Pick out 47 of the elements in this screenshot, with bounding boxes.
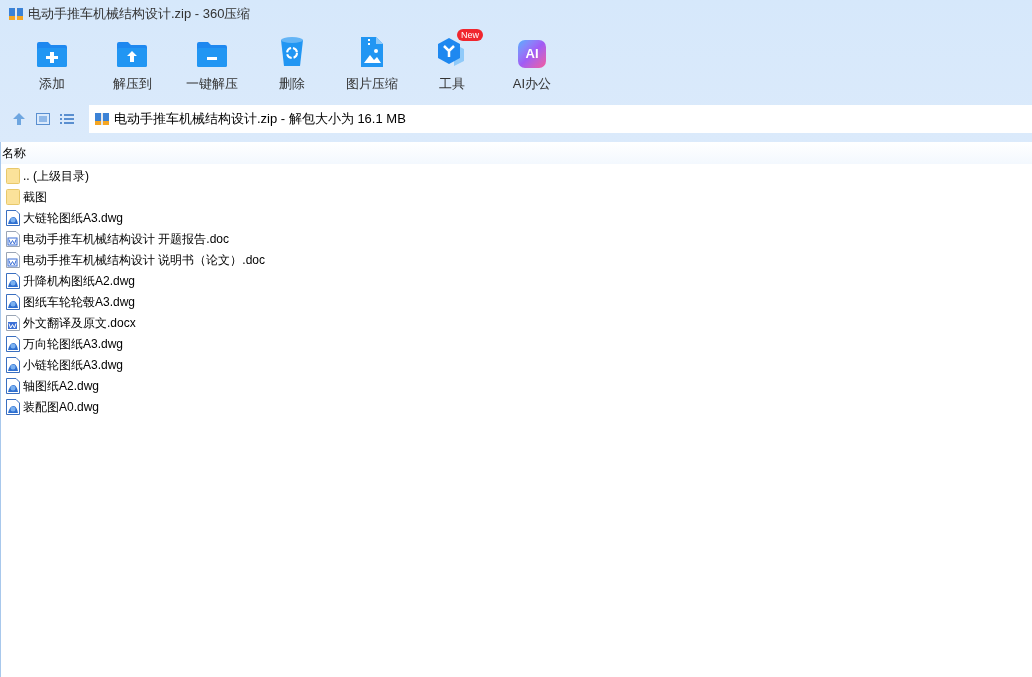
image-file-icon [359,36,385,68]
file-name[interactable]: 升降机构图纸A2.dwg [23,271,136,290]
column-header[interactable]: 名称 [1,144,181,162]
folder-icon [6,167,20,184]
toolbar-button[interactable]: 解压到 [92,28,172,100]
drawing-file-icon [6,293,20,310]
folder-upload-icon [116,40,148,68]
folder-icon [6,188,20,205]
address-field[interactable]: 电动手推车机械结构设计.zip - 解包大小为 16.1 MB [89,105,1032,133]
drawing-file-icon [6,335,20,352]
drawing-file-icon [6,398,20,415]
word-file-icon [6,251,20,268]
file-name[interactable]: 大链轮图纸A3.dwg [23,208,124,227]
file-name[interactable]: 万向轮图纸A3.dwg [23,334,124,353]
archive-icon [94,111,110,127]
file-name[interactable]: 外文翻译及原文.docx [23,313,136,332]
toolbar-button[interactable]: AI AI办公 [492,28,572,100]
window-title: 电动手推车机械结构设计.zip - 360压缩 [28,5,251,24]
folder-minus-icon [196,40,228,68]
new-badge: New [457,29,483,41]
toolbar-button[interactable]: 图片压缩 [332,28,412,100]
toolbar-button[interactable]: 一键解压 [172,28,252,100]
thumbnail-view-icon[interactable] [36,113,50,125]
ai-app-icon: AI [518,40,546,68]
file-name[interactable]: 装配图A0.dwg [23,397,100,416]
file-name[interactable]: 轴图纸A2.dwg [23,376,100,395]
up-arrow-icon[interactable] [12,112,26,126]
drawing-file-icon [6,209,20,226]
word-file-icon [6,314,20,331]
file-name[interactable]: 图纸车轮轮毂A3.dwg [23,292,136,311]
recycle-bin-icon [279,36,305,68]
file-name[interactable]: 电动手推车机械结构设计 说明书（论文）.doc [23,250,265,269]
word-file-icon [6,230,20,247]
drawing-file-icon [6,272,20,289]
archive-icon [8,6,24,22]
archive-path: 电动手推车机械结构设计.zip - 解包大小为 16.1 MB [114,110,406,129]
toolbar-button[interactable]: 删除 [252,28,332,100]
drawing-file-icon [6,356,20,373]
folder-add-icon [36,40,68,68]
toolbar-button[interactable]: New 工具 [412,28,492,100]
file-name[interactable]: .. (上级目录) [23,166,89,185]
list-view-icon[interactable] [60,113,74,125]
file-name[interactable]: 电动手推车机械结构设计 开题报告.doc [23,229,229,248]
drawing-file-icon [6,377,20,394]
file-name[interactable]: 小链轮图纸A3.dwg [23,355,124,374]
toolbar-button[interactable]: 添加 [12,28,92,100]
file-name[interactable]: 截图 [23,187,47,206]
